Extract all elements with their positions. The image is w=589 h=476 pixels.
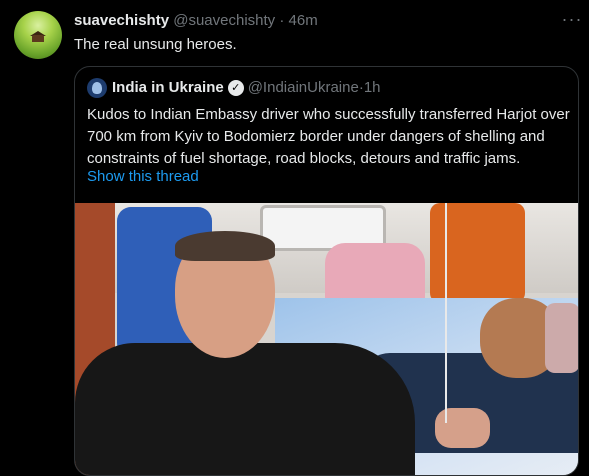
handle[interactable]: @suavechishty [173,12,275,29]
quoted-tweet-header: India in Ukraine ✓ @IndiainUkraine · 1h [87,78,381,98]
tweet-text: The real unsung heroes. [74,36,237,53]
tweet[interactable]: suavechishty @suavechishty · 46m ··· The… [0,0,589,476]
photo-driver-hand [435,408,490,448]
quoted-tweet-text: Kudos to Indian Embassy driver who succe… [87,106,570,167]
avatar-hut [32,35,44,42]
display-name[interactable]: suavechishty [74,12,169,29]
verified-badge-icon: ✓ [227,80,244,96]
photo-iv-line [445,203,447,423]
timestamp[interactable]: 46m [289,12,318,29]
quoted-tweet[interactable]: India in Ukraine ✓ @IndiainUkraine · 1h … [74,66,579,476]
photo-driver-hair [175,231,275,261]
quoted-timestamp[interactable]: 1h [364,78,381,98]
show-thread-link[interactable]: Show this thread [87,167,199,187]
avatar[interactable] [14,11,62,59]
separator: · [279,12,285,29]
quoted-display-name[interactable]: India in Ukraine [112,78,224,98]
more-horizontal-icon[interactable]: ··· [560,7,584,31]
photo-driver-body [75,343,415,475]
quoted-handle[interactable]: @IndiainUkraine [248,78,359,98]
tweet-header: suavechishty @suavechishty · 46m [74,11,318,31]
photo-patient-hair [545,303,578,373]
quoted-avatar[interactable] [87,78,107,98]
tweet-photo[interactable] [75,203,578,475]
